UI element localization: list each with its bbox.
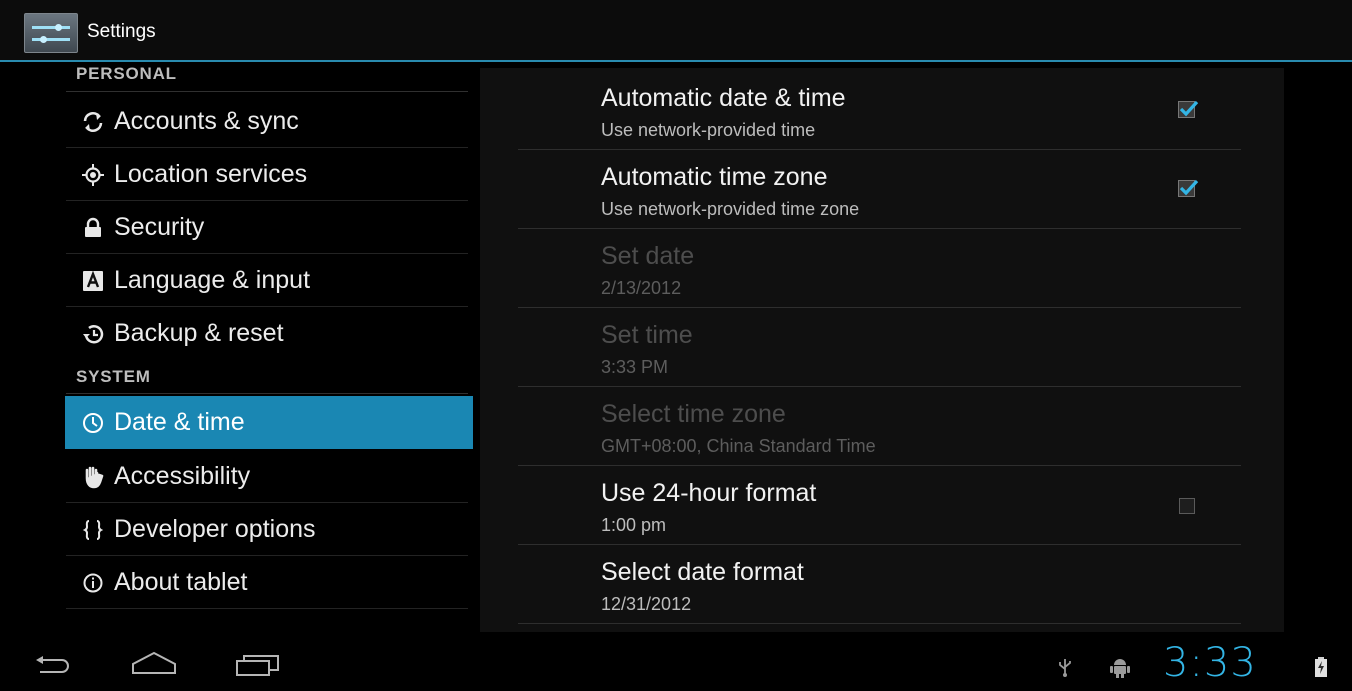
system-bar: 3:33 [0,632,1352,691]
sidebar-item-about-tablet[interactable]: About tablet [66,556,468,609]
restore-icon [66,307,114,360]
automatic-date-time-checkbox[interactable] [1178,100,1199,118]
personal-header: PERSONAL [76,64,177,83]
pref-title: Automatic time zone [601,163,828,191]
pref-title: Set time [601,321,693,349]
sidebar-item-developer-options[interactable]: Developer options [66,503,468,556]
use-24-hour-format-pref[interactable]: Use 24-hour format 1:00 pm [518,465,1241,544]
sidebar-separator [66,608,468,609]
home-button[interactable] [130,650,178,680]
pref-title: Set date [601,242,695,270]
settings-app-icon[interactable] [24,13,78,53]
pref-summary: 2/13/2012 [601,278,682,298]
clock-icon [65,396,114,449]
pref-title: Select date format [601,558,804,586]
pref-title: Select time zone [601,400,786,428]
set-time-pref: Set time 3:33 PM [518,307,1241,386]
back-button[interactable] [32,654,72,682]
sidebar-item-accounts-sync[interactable]: Accounts & sync [66,95,468,148]
status-clock[interactable]: 3:33 [1163,640,1257,686]
sidebar-item-label: About tablet [114,568,248,596]
sidebar-item-label: Language & input [114,266,311,294]
app-title: Settings [87,21,156,42]
sidebar-item-label: Accessibility [114,462,251,490]
sidebar-item-label: Security [114,213,205,241]
pref-separator [518,623,1241,624]
system-header-line [66,393,468,394]
pref-summary: GMT+08:00, China Standard Time [601,436,876,456]
pref-summary: 3:33 PM [601,357,669,377]
hand-icon [66,450,114,503]
sidebar-item-language-input[interactable]: Language & input [66,254,468,307]
action-bar: Settings [0,0,1352,62]
automatic-time-zone-checkbox[interactable] [1178,179,1199,197]
automatic-date-time-pref[interactable]: Automatic date & time Use network-provid… [518,70,1241,149]
use-24-hour-format-checkbox[interactable] [1179,498,1195,514]
lock-icon [66,201,114,254]
info-icon [66,556,114,609]
sidebar-item-accessibility[interactable]: Accessibility [66,450,468,503]
sidebar-item-security[interactable]: Security [66,201,468,254]
sync-icon [66,95,114,148]
system-header: SYSTEM [76,367,151,386]
pref-summary: 1:00 pm [601,515,667,535]
pref-title: Automatic date & time [601,84,846,112]
select-date-format-pref[interactable]: Select date format 12/31/2012 [518,544,1241,623]
sidebar-item-label: Location services [114,160,308,188]
set-date-pref: Set date 2/13/2012 [518,228,1241,307]
location-icon [66,148,114,201]
android-debug-icon [1110,656,1130,682]
keyboard-a-icon [66,254,114,307]
sidebar-item-label: Backup & reset [114,319,284,347]
pref-summary: Use network-provided time [601,120,816,140]
sidebar-item-label: Developer options [114,515,316,543]
sidebar-item-location-services[interactable]: Location services [66,148,468,201]
sidebar-item-date-time[interactable]: Date & time [65,396,473,449]
sidebar-item-label: Accounts & sync [114,107,299,135]
usb-icon [1057,657,1073,681]
pref-summary: Use network-provided time zone [601,199,860,219]
battery-charging-icon [1315,657,1327,681]
select-time-zone-pref: Select time zone GMT+08:00, China Standa… [518,386,1241,465]
personal-header-line [66,91,468,92]
automatic-time-zone-pref[interactable]: Automatic time zone Use network-provided… [518,149,1241,228]
sidebar-item-backup-reset[interactable]: Backup & reset [66,307,468,360]
sidebar-item-label: Date & time [114,408,245,436]
pref-summary: 12/31/2012 [601,594,692,614]
pref-title: Use 24-hour format [601,479,817,507]
braces-icon [66,503,114,556]
recent-apps-button[interactable] [235,652,283,682]
